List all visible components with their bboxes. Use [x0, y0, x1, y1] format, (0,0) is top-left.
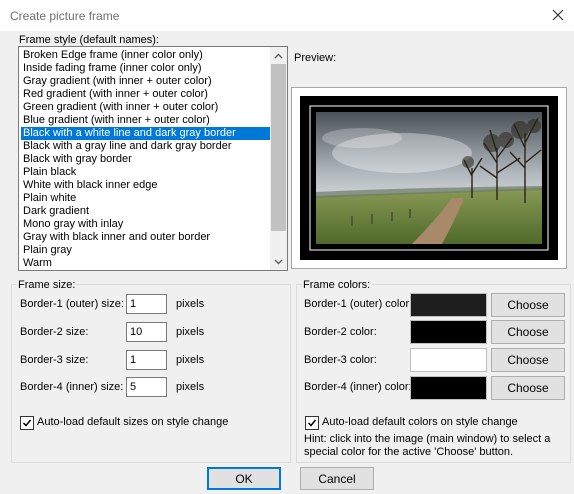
window-title: Create picture frame [10, 9, 120, 23]
frame-style-item[interactable]: Plain gray [21, 244, 272, 257]
border-2-color-swatch [410, 320, 487, 344]
frame-style-item[interactable]: Plain white [21, 192, 272, 205]
cancel-button[interactable]: Cancel [300, 467, 374, 490]
frame-style-item[interactable]: Black with a white line and dark gray bo… [21, 127, 272, 140]
border-3-size-input[interactable]: 1 [126, 350, 167, 370]
ok-button[interactable]: OK [207, 467, 281, 490]
title-bar: Create picture frame [0, 0, 574, 31]
border-4-size-unit: pixels [176, 381, 205, 393]
border-2-size-input[interactable]: 10 [126, 322, 167, 342]
border-1-size-label: Border-1 (outer) size: [20, 298, 124, 310]
border-3-color-label: Border-3 color: [304, 354, 377, 366]
frame-style-group-label: Frame style (default names): [18, 34, 160, 46]
border-2-color-label: Border-2 color: [304, 326, 377, 338]
frame-style-item[interactable]: Gray with black inner and outer border [21, 231, 272, 244]
listbox-vertical-scrollbar[interactable] [270, 47, 287, 270]
border-2-size-label: Border-2 size: [20, 326, 89, 338]
border-4-choose-button[interactable]: Choose [491, 376, 565, 400]
border-3-size-label: Border-3 size: [20, 354, 89, 366]
border-1-size-unit: pixels [176, 298, 205, 310]
checkmark-icon [307, 419, 317, 427]
frame-style-item[interactable]: Dark gradient [21, 205, 272, 218]
scroll-down-button[interactable] [270, 253, 287, 270]
preview-label: Preview: [294, 52, 337, 64]
close-button[interactable] [545, 3, 571, 27]
autoload-sizes-checkbox[interactable] [20, 416, 34, 430]
border-3-choose-button[interactable]: Choose [491, 348, 565, 372]
frame-style-item[interactable]: Inside fading frame (inner color only) [21, 62, 272, 75]
create-picture-frame-dialog: Create picture frame Frame style (defaul… [0, 0, 574, 494]
frame-style-item[interactable]: Broken Edge frame (inner color only) [21, 49, 272, 62]
preview-image [291, 87, 567, 269]
border-1-size-input[interactable]: 1 [126, 294, 167, 314]
frame-size-group-label: Frame size: [17, 279, 77, 291]
color-hint-text: Hint: click into the image (main window)… [304, 433, 551, 458]
frame-style-item[interactable]: Blue gradient (with inner + outer color) [21, 114, 272, 127]
checkmark-icon [22, 419, 32, 427]
frame-style-item[interactable]: Gray gradient (with inner + outer color) [21, 75, 272, 88]
frame-colors-group-label: Frame colors: [302, 279, 372, 291]
border-4-size-label: Border-4 (inner) size: [20, 381, 124, 393]
frame-style-listbox[interactable]: Broken Edge frame (inner color only) Insi… [18, 46, 288, 271]
border-4-color-label: Border-4 (inner) color: [304, 381, 412, 393]
frame-style-item[interactable]: White with black inner edge [21, 179, 272, 192]
border-1-choose-button[interactable]: Choose [491, 293, 565, 317]
border-2-size-unit: pixels [176, 326, 205, 338]
border-4-color-swatch [410, 376, 487, 400]
border-1-color-swatch [410, 293, 487, 317]
frame-style-item[interactable]: Warm [21, 257, 272, 270]
scrollbar-thumb[interactable] [271, 64, 286, 231]
frame-style-item[interactable]: Black with gray border [21, 153, 272, 166]
border-3-color-swatch [410, 348, 487, 372]
frame-style-item[interactable]: Mono gray with inlay [21, 218, 272, 231]
border-4-size-input[interactable]: 5 [126, 377, 167, 397]
frame-style-item[interactable]: Black with a gray line and dark gray bor… [21, 140, 272, 153]
border-1-color-label: Border-1 (outer) color: [304, 298, 413, 310]
autoload-sizes-label: Auto-load default sizes on style change [37, 416, 229, 428]
frame-style-item[interactable]: Plain black [21, 166, 272, 179]
chevron-down-icon [274, 259, 283, 264]
autoload-colors-label: Auto-load default colors on style change [322, 416, 518, 428]
border-3-size-unit: pixels [176, 354, 205, 366]
chevron-up-icon [274, 53, 283, 58]
scroll-up-button[interactable] [270, 47, 287, 64]
autoload-colors-checkbox[interactable] [305, 416, 319, 430]
border-2-choose-button[interactable]: Choose [491, 320, 565, 344]
framed-landscape-preview [300, 96, 558, 260]
close-icon [552, 9, 564, 21]
frame-style-item[interactable]: Green gradient (with inner + outer color… [21, 101, 272, 114]
frame-style-item[interactable]: Red gradient (with inner + outer color) [21, 88, 272, 101]
